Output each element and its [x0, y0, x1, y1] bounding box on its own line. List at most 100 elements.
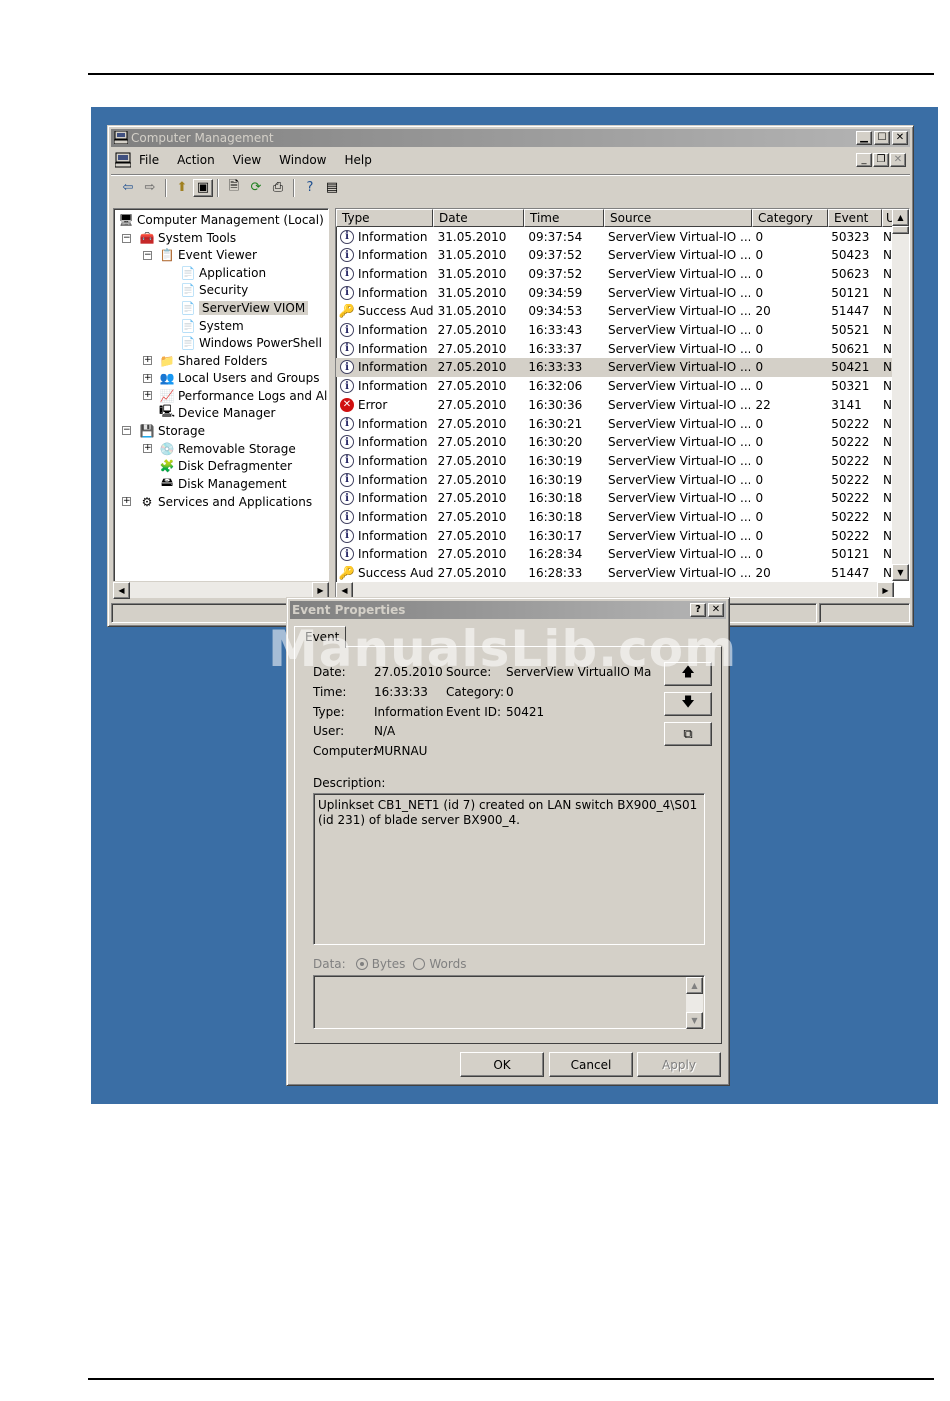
table-row[interactable]: i Information 27.05.2010 16:30:20 ServerView… — [336, 433, 894, 452]
back-arrow-icon[interactable]: ⇦ — [117, 178, 139, 198]
table-row[interactable]: i Information 31.05.2010 09:34:59 ServerView… — [336, 283, 894, 302]
cancel-button[interactable]: Cancel — [549, 1052, 633, 1077]
tree-item-device-manager[interactable]: 🖳 Device Manager — [159, 404, 275, 421]
refresh-icon[interactable]: ⟳ — [245, 178, 267, 198]
table-row[interactable]: i Information 27.05.2010 16:30:19 ServerView… — [336, 470, 894, 489]
tree-item-system[interactable]: 📄 System — [180, 317, 244, 334]
table-row[interactable]: i Information 27.05.2010 16:33:33 ServerView… — [336, 357, 894, 377]
expand-icon[interactable]: + — [143, 391, 152, 400]
child-minimize-button[interactable]: _ — [856, 153, 872, 167]
maximize-button[interactable]: ☐ — [874, 131, 890, 145]
ok-button[interactable]: OK — [460, 1052, 544, 1077]
menu-view[interactable]: View — [233, 153, 261, 167]
table-row[interactable]: i Information 27.05.2010 16:30:21 ServerView… — [336, 414, 894, 433]
scroll-thumb[interactable] — [892, 226, 909, 234]
tree-item-windows-powershell[interactable]: 📄 Windows PowerShell — [180, 334, 322, 351]
properties-icon[interactable]: 🗎 — [223, 178, 245, 198]
tree-item-storage[interactable]: 💾 Storage — [139, 422, 205, 439]
column-time[interactable]: Time — [524, 209, 604, 227]
copy-button[interactable]: ⧉ — [664, 722, 712, 746]
column-date[interactable]: Date — [433, 209, 524, 227]
list-horizontal-scrollbar[interactable]: ◀ ▶ — [336, 582, 894, 597]
column-source[interactable]: Source — [604, 209, 752, 227]
cell-text: 0 — [755, 248, 764, 263]
tree-item-system-tools[interactable]: 🧰 System Tools — [139, 229, 237, 246]
data-vertical-scrollbar[interactable]: ▲ ▼ — [686, 977, 703, 1029]
tree-item-event-viewer[interactable]: 📋 Event Viewer — [159, 246, 257, 263]
tree-item-computer-management[interactable]: 🖥 Computer Management (Local) — [118, 211, 323, 228]
tree-item-security[interactable]: 📄 Security — [180, 281, 249, 298]
tree-item-serverview-viom[interactable]: 📄 ServerView VIOM — [180, 299, 309, 316]
child-close-button[interactable]: ✕ — [890, 153, 906, 167]
minimize-button[interactable]: ▁ — [856, 131, 872, 145]
scroll-left-icon[interactable]: ◀ — [336, 582, 353, 597]
next-event-button[interactable]: 🡇 — [664, 692, 712, 716]
export-list-icon[interactable]: ⎙ — [267, 178, 289, 198]
help-icon[interactable]: ? — [299, 178, 321, 198]
scroll-left-icon[interactable]: ◀ — [113, 582, 130, 599]
table-row[interactable]: i Information 31.05.2010 09:37:54 ServerView… — [336, 227, 894, 246]
scroll-right-icon[interactable]: ▶ — [877, 582, 894, 597]
dialog-titlebar[interactable]: Event Properties ? ✕ — [290, 601, 726, 619]
tree-item-removable-storage[interactable]: 💿 Removable Storage — [159, 440, 296, 457]
show-description-icon[interactable]: ▤ — [321, 178, 343, 198]
table-row[interactable]: i Information 27.05.2010 16:33:43 ServerView… — [336, 321, 894, 340]
tree-item-local-users-groups[interactable]: 👥 Local Users and Groups — [159, 369, 320, 386]
tree-item-performance-logs[interactable]: 📈Performance Logs and Alerts — [159, 387, 328, 404]
child-restore-button[interactable]: ❐ — [873, 153, 889, 167]
table-row[interactable]: i Information 27.05.2010 16:33:37 ServerView… — [336, 339, 894, 358]
list-vertical-scrollbar[interactable]: ▲ ▼ — [892, 209, 909, 581]
apply-button[interactable]: Apply — [637, 1052, 721, 1077]
expand-icon[interactable]: + — [143, 374, 152, 383]
tree-item-shared-folders[interactable]: 📁 Shared Folders — [159, 352, 268, 369]
show-hide-tree-icon[interactable]: ▣ — [193, 178, 213, 197]
table-row[interactable]: i Information 31.05.2010 09:37:52 ServerView… — [336, 246, 894, 265]
scroll-down-icon[interactable]: ▼ — [686, 1012, 703, 1029]
table-row[interactable]: i Information 31.05.2010 09:37:52 ServerView… — [336, 264, 894, 283]
table-row[interactable]: 🔑Success Audit 31.05.2010 09:34:53 ServerVi… — [336, 302, 894, 321]
tree-item-application[interactable]: 📄 Application — [180, 264, 267, 281]
menu-file[interactable]: File — [139, 153, 159, 167]
bytes-radio[interactable] — [355, 958, 368, 970]
forward-arrow-icon[interactable]: ⇨ — [139, 178, 161, 198]
table-row[interactable]: ✕ Error 27.05.2010 16:30:36 ServerView Virtu… — [336, 395, 894, 414]
column-event[interactable]: Event — [828, 209, 882, 227]
column-type[interactable]: Type — [336, 209, 433, 227]
data-box[interactable]: ▲ ▼ — [313, 975, 705, 1029]
table-row[interactable]: i Information 27.05.2010 16:30:18 ServerView… — [336, 508, 894, 527]
dialog-close-button[interactable]: ✕ — [708, 603, 724, 617]
table-row[interactable]: i Information 27.05.2010 16:30:17 ServerView… — [336, 526, 894, 545]
up-folder-icon[interactable]: ⬆ — [171, 178, 193, 198]
expand-icon[interactable]: + — [143, 444, 152, 453]
menu-help[interactable]: Help — [345, 153, 372, 167]
scroll-up-icon[interactable]: ▲ — [892, 209, 909, 226]
words-radio[interactable] — [413, 958, 426, 970]
collapse-icon[interactable]: − — [122, 234, 131, 243]
table-row[interactable]: 🔑Success Audit 27.05.2010 16:28:33 ServerVi… — [336, 564, 894, 583]
table-row[interactable]: i Information 27.05.2010 16:28:34 ServerView… — [336, 545, 894, 564]
column-category[interactable]: Category — [752, 209, 828, 227]
tree-item-disk-defragmenter[interactable]: 🧩 Disk Defragmenter — [159, 457, 293, 474]
window-titlebar[interactable]: Computer Management ▁ ☐ ✕ — [111, 129, 910, 147]
close-button[interactable]: ✕ — [892, 131, 908, 145]
table-row[interactable]: i Information 27.05.2010 16:32:06 ServerView… — [336, 377, 894, 396]
cell-text: 50222 — [831, 491, 870, 506]
tree-horizontal-scrollbar[interactable]: ◀ ▶ — [113, 581, 329, 599]
menu-action[interactable]: Action — [177, 153, 215, 167]
tree-item-disk-management[interactable]: 🖴 Disk Management — [159, 475, 287, 492]
folder-icon: 📁 — [159, 353, 175, 368]
expand-icon[interactable]: + — [122, 497, 131, 506]
help-button[interactable]: ? — [690, 603, 706, 617]
cell-type: i Information — [336, 528, 433, 543]
information-icon: i — [340, 472, 354, 487]
collapse-icon[interactable]: − — [143, 251, 152, 260]
scroll-up-icon[interactable]: ▲ — [686, 977, 703, 994]
tree-item-services-applications[interactable]: ⚙ Services and Applications — [139, 493, 313, 510]
table-row[interactable]: i Information 27.05.2010 16:30:19 ServerView… — [336, 451, 894, 470]
scroll-down-icon[interactable]: ▼ — [892, 564, 909, 581]
description-text[interactable]: Uplinkset CB1_NET1 (id 7) created on LAN… — [313, 793, 705, 945]
menu-window[interactable]: Window — [279, 153, 326, 167]
collapse-icon[interactable]: − — [122, 426, 131, 435]
expand-icon[interactable]: + — [143, 356, 152, 365]
table-row[interactable]: i Information 27.05.2010 16:30:18 ServerView… — [336, 489, 894, 508]
